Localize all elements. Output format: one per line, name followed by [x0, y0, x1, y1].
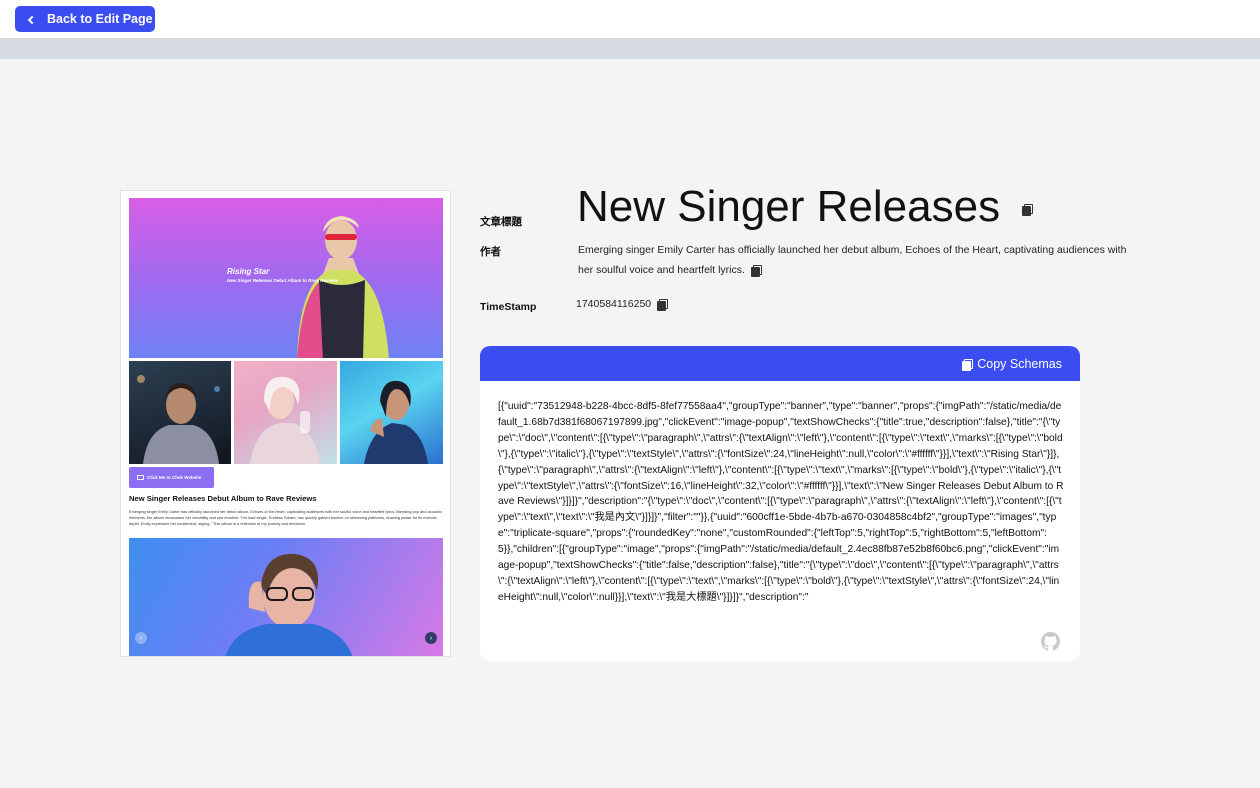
schema-panel: Copy Schemas [{"uuid":"73512948-b228-4bc… [480, 346, 1080, 661]
page-title: New Singer Releases [577, 182, 1034, 232]
page-preview-card: Rising Star New Singer Releases Debut Al… [120, 190, 451, 657]
woman-glass-image [250, 376, 320, 464]
article-title: New Singer Releases Debut Album to Rave … [129, 494, 317, 503]
website-link-button[interactable]: Click Me to Chek Website [129, 467, 214, 488]
back-to-edit-button[interactable]: Back to Edit Page [15, 6, 155, 32]
author-description-text: Emerging singer Emily Carter has officia… [578, 244, 1127, 276]
man-portrait-image [137, 375, 220, 464]
singer-figure-image [297, 216, 389, 358]
article-body: Emerging singer Emily Carter has officia… [129, 509, 442, 526]
gallery-image-2[interactable] [234, 361, 337, 464]
copy-schemas-label: Copy Schemas [977, 356, 1062, 371]
timestamp-value: 1740584116250 [576, 298, 669, 312]
schema-json-text: [{"uuid":"73512948-b228-4bcc-8df5-8fef77… [498, 401, 1064, 603]
timestamp-text: 1740584116250 [576, 298, 652, 310]
gallery-image-3[interactable] [340, 361, 443, 464]
copy-icon[interactable] [1022, 204, 1034, 217]
copy-icon [962, 358, 974, 371]
author-description: Emerging singer Emily Carter has officia… [578, 240, 1138, 280]
chevron-left-icon: ‹ [139, 634, 143, 642]
copy-schemas-button[interactable]: Copy Schemas [962, 357, 1062, 371]
copy-icon[interactable] [657, 299, 669, 312]
man-glasses-image [225, 553, 353, 656]
schema-panel-header: Copy Schemas [480, 346, 1080, 381]
copy-icon[interactable] [750, 265, 762, 278]
image-carousel[interactable]: ‹ › [129, 538, 443, 656]
header-strip [0, 38, 1260, 59]
title-label: 文章標題 [480, 216, 522, 228]
author-label: 作者 [480, 246, 501, 258]
gallery-image-1[interactable] [129, 361, 231, 464]
banner-image[interactable]: Rising Star New Singer Releases Debut Al… [129, 198, 443, 358]
woman-portrait-image [364, 380, 428, 464]
website-link-label: Click Me to Chek Website [147, 475, 202, 480]
timestamp-label: TimeStamp [480, 301, 537, 313]
top-bar: Back to Edit Page [0, 0, 1260, 38]
carousel-prev-button[interactable]: ‹ [135, 632, 147, 644]
github-icon[interactable] [1041, 632, 1060, 651]
banner-title: Rising Star [227, 267, 270, 276]
back-button-label: Back to Edit Page [47, 12, 153, 26]
banner-subtitle: New Singer Releases Debut Album to Rave … [227, 278, 339, 283]
chevron-right-icon: › [429, 634, 433, 642]
chevron-left-icon [27, 15, 37, 24]
carousel-next-button[interactable]: › [425, 632, 437, 644]
page-title-text: New Singer Releases [577, 182, 1001, 231]
website-icon [137, 475, 144, 480]
